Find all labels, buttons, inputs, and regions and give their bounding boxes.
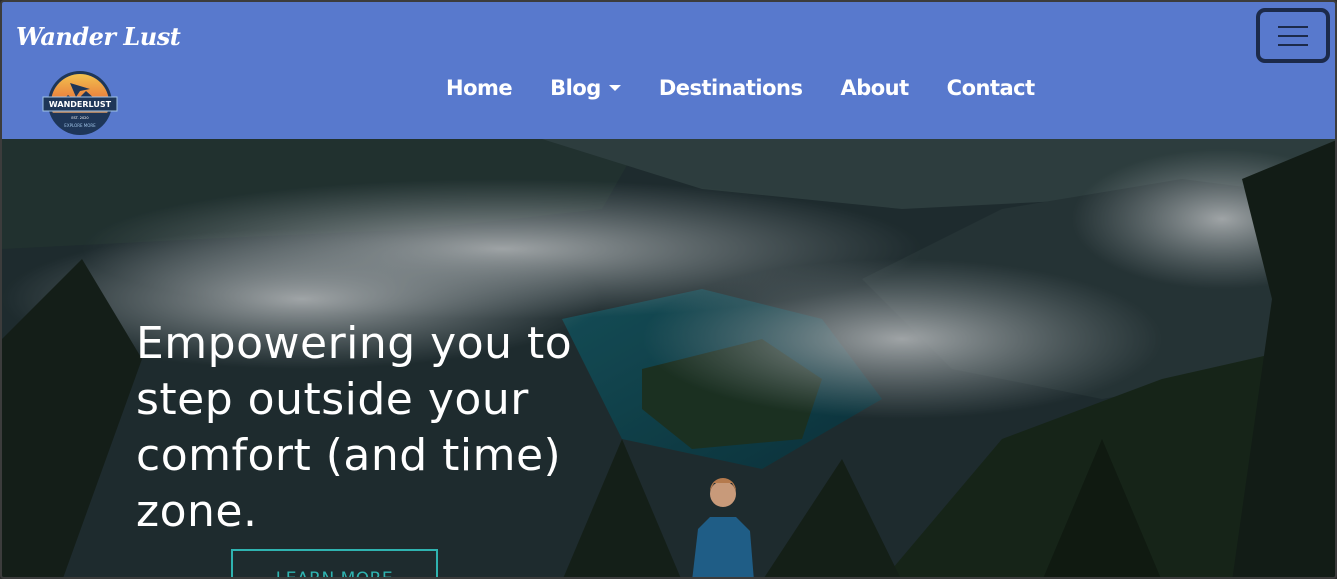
- svg-text:EXPLORE MORE: EXPLORE MORE: [64, 123, 96, 128]
- hamburger-menu-icon: [1278, 26, 1308, 28]
- caret-down-icon: [608, 85, 621, 91]
- svg-text:EST. 2020: EST. 2020: [71, 116, 88, 120]
- nav-item-destinations[interactable]: Destinations: [659, 76, 803, 100]
- brand-name[interactable]: Wander Lust: [16, 22, 181, 51]
- nav-item-contact[interactable]: Contact: [947, 76, 1036, 100]
- hero-section: Empowering you to step outside your comf…: [2, 139, 1335, 577]
- svg-text:WANDERLUST: WANDERLUST: [49, 100, 112, 109]
- browser-frame: Wander Lust WANDERLUST EST. 2020 EXPLORE…: [0, 0, 1337, 579]
- learn-more-button[interactable]: LEARN MORE: [231, 549, 438, 577]
- nav-item-blog[interactable]: Blog: [550, 76, 621, 100]
- navbar: Wander Lust WANDERLUST EST. 2020 EXPLORE…: [2, 2, 1335, 139]
- nav-item-about[interactable]: About: [840, 76, 909, 100]
- navbar-toggler-button[interactable]: [1256, 8, 1330, 63]
- nav-item-home[interactable]: Home: [446, 76, 513, 100]
- hero-headline: Empowering you to step outside your comf…: [136, 318, 573, 537]
- wanderlust-logo[interactable]: WANDERLUST EST. 2020 EXPLORE MORE: [40, 69, 120, 137]
- nav-item-blog-label: Blog: [550, 76, 601, 100]
- main-nav: Home Blog Destinations About Contact: [446, 74, 1073, 102]
